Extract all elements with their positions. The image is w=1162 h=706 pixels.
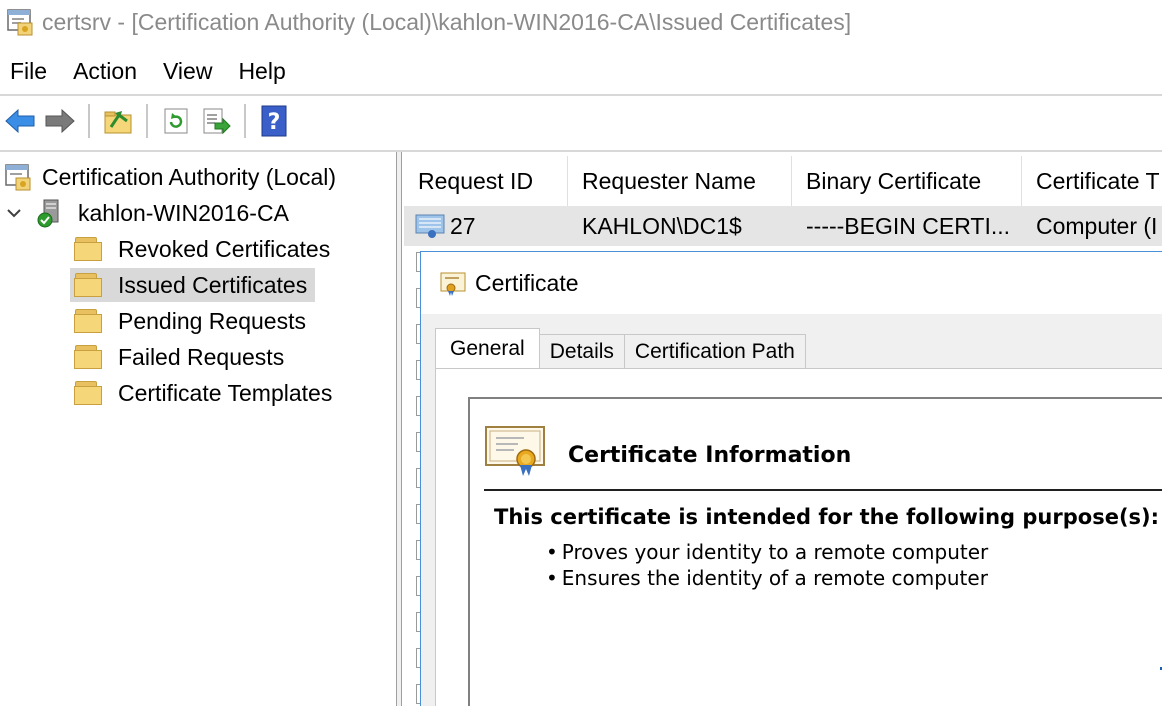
- tab-general[interactable]: General: [435, 328, 540, 368]
- tree-item-ca[interactable]: kahlon-WIN2016-CA: [6, 196, 295, 230]
- forward-button[interactable]: [42, 103, 78, 139]
- refresh-button[interactable]: [158, 103, 194, 139]
- window-titlebar: certsrv - [Certification Authority (Loca…: [0, 0, 1162, 44]
- menu-divider: [0, 94, 1162, 96]
- up-folder-icon: [104, 111, 132, 134]
- help-icon: ?: [261, 105, 287, 137]
- help-button[interactable]: ?: [256, 103, 292, 139]
- toolbar-separator: [146, 104, 148, 138]
- back-arrow-icon: [5, 108, 35, 134]
- tree-item-label: kahlon-WIN2016-CA: [78, 199, 289, 226]
- menu-view[interactable]: View: [153, 58, 228, 85]
- request-id-value: 27: [450, 212, 476, 239]
- folder-icon: [74, 345, 102, 369]
- tree-item-issued-certificates[interactable]: Issued Certificates: [70, 268, 315, 302]
- folder-icon: [74, 237, 102, 261]
- forward-arrow-icon: [45, 108, 75, 134]
- tree-item-root[interactable]: Certification Authority (Local): [4, 160, 342, 194]
- column-header-requester-name[interactable]: Requester Name: [568, 156, 792, 206]
- certificate-row-icon: [415, 214, 445, 238]
- dialog-tabs: General Details Certification Path: [435, 328, 806, 368]
- toolbar-separator: [244, 104, 246, 138]
- up-one-level-button[interactable]: [100, 103, 136, 139]
- folder-icon: [74, 309, 102, 333]
- back-button[interactable]: [2, 103, 38, 139]
- dialog-titlebar[interactable]: Certificate: [421, 252, 1162, 314]
- toolbar-divider: [0, 150, 1162, 152]
- certificate-info-box: Certificate Information This certificate…: [468, 397, 1162, 706]
- list-item: Proves your identity to a remote compute…: [546, 539, 988, 565]
- tab-certification-path[interactable]: Certification Path: [623, 334, 806, 368]
- toolbar: ?: [0, 100, 1162, 142]
- table-row[interactable]: 27 KAHLON\DC1$ -----BEGIN CERTI... Compu…: [404, 206, 1162, 246]
- certificate-icon: [440, 272, 466, 296]
- toolbar-separator: [88, 104, 90, 138]
- certsrv-app-icon: [6, 7, 36, 37]
- column-header-certificate-template[interactable]: Certificate T: [1022, 156, 1162, 206]
- folder-icon: [74, 381, 102, 405]
- ca-server-icon: [37, 199, 59, 228]
- cell-request-id: 27: [404, 212, 568, 240]
- menu-bar: File Action View Help: [0, 50, 1162, 92]
- tree-item-label: Revoked Certificates: [118, 235, 331, 262]
- window-title: certsrv - [Certification Authority (Loca…: [42, 8, 852, 35]
- certification-authority-icon: [5, 164, 31, 191]
- general-tab-page: Certificate Information This certificate…: [435, 368, 1162, 706]
- menu-file[interactable]: File: [0, 58, 63, 85]
- list-header: Request ID Requester Name Binary Certifi…: [404, 156, 1162, 206]
- export-list-button[interactable]: [198, 103, 234, 139]
- certificate-dialog: Certificate General Details Certificatio…: [420, 251, 1162, 706]
- column-header-request-id[interactable]: Request ID: [404, 156, 568, 206]
- tree-item-label: Certification Authority (Local): [42, 163, 337, 190]
- list-item: Ensures the identity of a remote compute…: [546, 565, 988, 591]
- tree-item-failed-requests[interactable]: Failed Requests: [74, 340, 290, 374]
- purpose-heading: This certificate is intended for the fol…: [494, 505, 1160, 529]
- tree-item-label: Pending Requests: [118, 307, 306, 334]
- tree-item-label: Certificate Templates: [118, 379, 333, 406]
- pane-splitter[interactable]: [396, 152, 402, 706]
- tree-item-label: Failed Requests: [118, 343, 285, 370]
- cell-requester-name: KAHLON\DC1$: [582, 212, 742, 239]
- chevron-down-icon[interactable]: [6, 205, 22, 221]
- tree-item-label: Issued Certificates: [118, 271, 308, 298]
- certificate-large-icon: [485, 426, 545, 476]
- export-list-icon: [203, 108, 231, 135]
- cell-binary-certificate: -----BEGIN CERTI...: [806, 212, 1011, 239]
- cell-certificate-template: Computer (I: [1036, 212, 1158, 239]
- tree-item-certificate-templates[interactable]: Certificate Templates: [74, 376, 338, 410]
- certificate-info-title: Certificate Information: [568, 443, 852, 468]
- menu-action[interactable]: Action: [63, 58, 153, 85]
- svg-text:?: ?: [268, 110, 281, 135]
- tab-details[interactable]: Details: [538, 334, 625, 368]
- refresh-icon: [164, 108, 188, 134]
- column-header-binary-certificate[interactable]: Binary Certificate: [792, 156, 1022, 206]
- tree-item-revoked-certificates[interactable]: Revoked Certificates: [74, 232, 336, 266]
- folder-icon: [74, 273, 102, 297]
- menu-help[interactable]: Help: [228, 58, 301, 85]
- purpose-list: Proves your identity to a remote compute…: [546, 539, 988, 591]
- console-tree: Certification Authority (Local) kahlon-W…: [0, 156, 396, 706]
- tree-item-pending-requests[interactable]: Pending Requests: [74, 304, 312, 338]
- info-divider: [484, 489, 1162, 491]
- dialog-title: Certificate: [475, 269, 579, 296]
